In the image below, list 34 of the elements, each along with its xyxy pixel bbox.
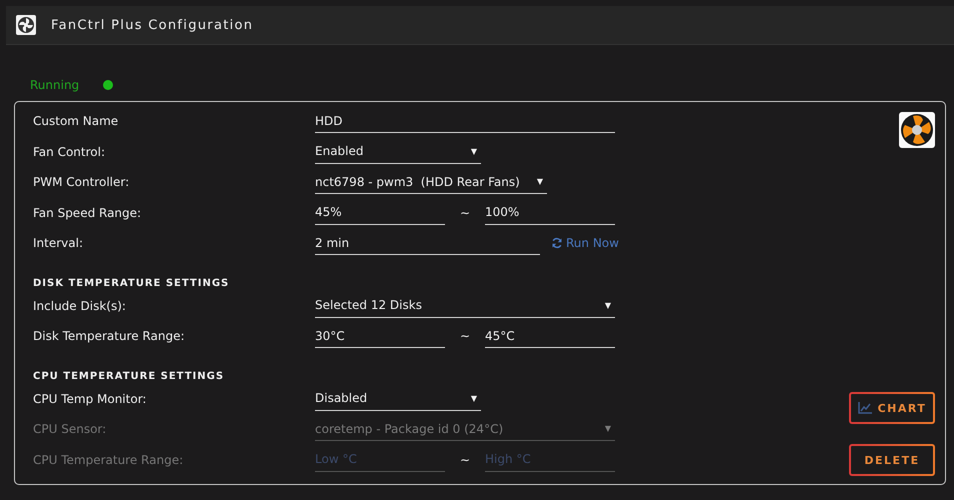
dropdown[interactable]: nct6798 - pwm3 (HDD Rear Fans) ▼ <box>315 170 547 194</box>
refresh-icon <box>551 237 563 250</box>
field-label: Interval: <box>33 236 84 250</box>
field-label: Disk Temperature Range: <box>33 329 186 344</box>
text-field[interactable]: HDD <box>315 109 615 134</box>
field-label: CPU Temperature Range: <box>33 452 184 467</box>
dropdown[interactable]: Selected 12 Disks ▼ <box>315 294 615 318</box>
dropdown[interactable]: Enabled ▼ <box>315 140 481 164</box>
section-heading: DISK TEMPERATURE SETTINGS <box>33 276 230 290</box>
range-min-field[interactable]: 45% <box>315 200 445 225</box>
line-chart-icon <box>858 402 872 414</box>
range-separator: ~ <box>458 329 472 344</box>
range-min-field[interactable]: 30°C <box>315 324 445 348</box>
field-label: Include Disk(s): <box>33 298 127 313</box>
field-label: Custom Name <box>33 114 120 128</box>
field-label: PWM Controller: <box>33 175 130 190</box>
delete-button[interactable]: DELETE <box>849 444 935 476</box>
range-separator: ~ <box>458 206 472 220</box>
text-field[interactable]: 2 min <box>315 231 540 256</box>
range-max-field[interactable]: 100% <box>485 200 615 225</box>
window-title: FanCtrl Plus Configuration <box>51 18 254 32</box>
run-now-link[interactable]: Run Now <box>551 236 619 250</box>
field-label: Fan Control: <box>33 144 106 159</box>
range-separator: ~ <box>458 452 472 467</box>
range-max-field[interactable]: 45°C <box>485 324 615 348</box>
field-label: CPU Temp Monitor: <box>33 392 148 406</box>
field-label: CPU Sensor: <box>33 422 108 436</box>
field-label: Fan Speed Range: <box>33 206 142 220</box>
chart-button[interactable]: CHART <box>849 392 935 424</box>
section-heading: CPU TEMPERATURE SETTINGS <box>33 370 226 384</box>
status-label: Running <box>30 78 80 92</box>
dropdown[interactable]: Disabled ▼ <box>315 386 481 411</box>
fan-icon <box>899 112 935 148</box>
fan-icon <box>16 15 36 35</box>
